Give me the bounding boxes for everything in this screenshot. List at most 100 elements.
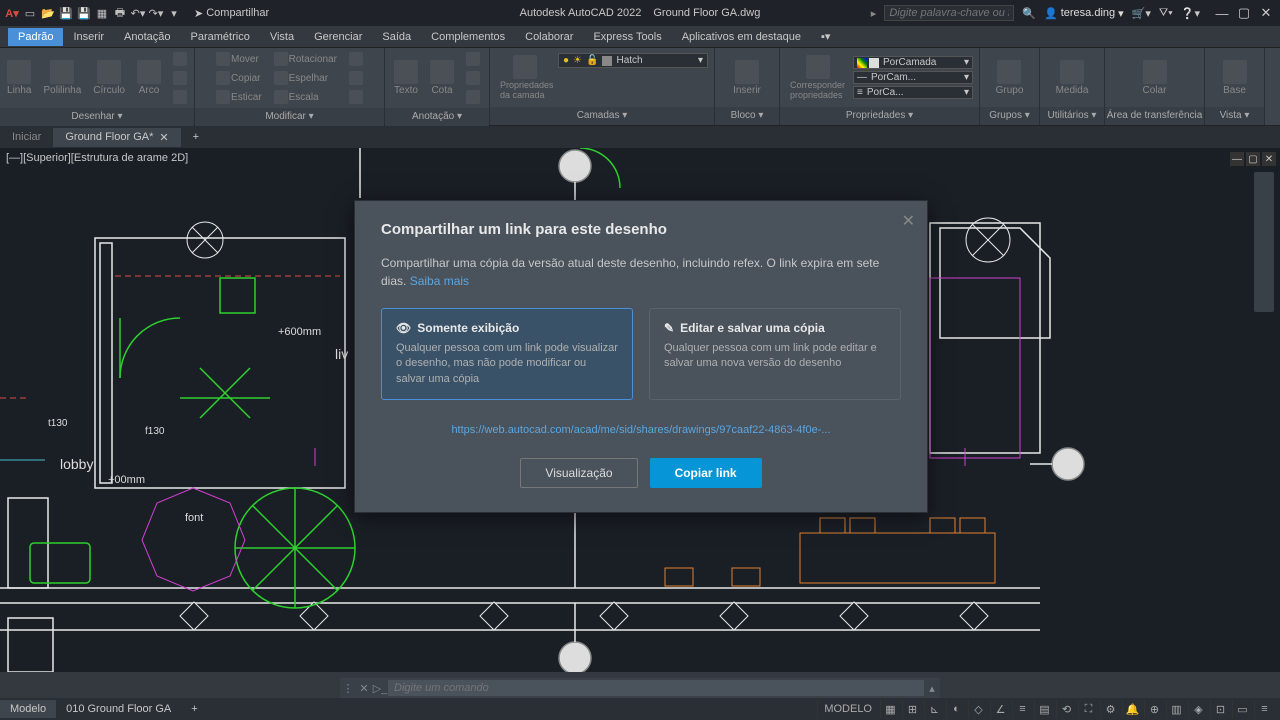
ly-j5[interactable]	[622, 88, 636, 102]
panel-modify-title[interactable]: Modificar ▾	[195, 108, 384, 126]
copy-link-button[interactable]: Copiar link	[650, 458, 762, 488]
copy-button[interactable]: Copiar	[212, 69, 266, 87]
draw-misc3[interactable]	[169, 88, 191, 106]
mod-misc2[interactable]	[345, 69, 367, 87]
grid-icon[interactable]: ▦	[880, 700, 900, 718]
search-icon[interactable]: 🔍	[1022, 7, 1036, 20]
plot-icon[interactable]: 🖶	[112, 5, 128, 21]
panel-props-title[interactable]: Propriedades ▾	[780, 107, 979, 125]
layout-model-tab[interactable]: Modelo	[0, 700, 56, 718]
qprop-icon[interactable]: ▥	[1166, 700, 1186, 718]
start-tab[interactable]: Iniciar	[0, 128, 53, 146]
an-misc[interactable]	[462, 50, 484, 68]
arrow-icon[interactable]: ▸	[871, 7, 877, 20]
panel-block-title[interactable]: Bloco ▾	[715, 107, 779, 125]
an-misc2[interactable]	[462, 69, 484, 87]
paste-button[interactable]: Colar	[1139, 58, 1171, 98]
mod-misc3[interactable]	[345, 88, 367, 106]
save-icon[interactable]: 💾	[58, 5, 74, 21]
lineweight-combo[interactable]: —PorCam...▾	[853, 71, 973, 84]
ly-j3[interactable]	[590, 88, 604, 102]
ly-i1[interactable]	[558, 71, 572, 85]
saveas-icon[interactable]: 💾	[76, 5, 92, 21]
undo-icon[interactable]: ↶▾	[130, 5, 146, 21]
ly-j4[interactable]	[606, 88, 620, 102]
layout-tab-1[interactable]: 010 Ground Floor GA	[56, 700, 181, 718]
panel-annot-title[interactable]: Anotação ▾	[385, 108, 489, 126]
tab-padrao[interactable]: Padrão	[8, 28, 63, 46]
panel-draw-title[interactable]: Desenhar ▾	[0, 108, 194, 126]
new-icon[interactable]: ▭	[22, 5, 38, 21]
option-view-only[interactable]: 👁Somente exibição Qualquer pessoa com um…	[381, 308, 633, 400]
redo-icon[interactable]: ↷▾	[148, 5, 164, 21]
linetype-combo[interactable]: ≡PorCa...▾	[853, 86, 973, 99]
close-button[interactable]: ✕	[1258, 5, 1274, 21]
osnap-icon[interactable]: ◇	[968, 700, 988, 718]
clean-icon[interactable]: ▭	[1232, 700, 1252, 718]
active-doc-tab[interactable]: Ground Floor GA*✕	[53, 128, 180, 147]
hw-icon[interactable]: ⊡	[1210, 700, 1230, 718]
line-button[interactable]: Linha	[3, 58, 35, 98]
ly-j1[interactable]	[558, 88, 572, 102]
text-button[interactable]: Texto	[390, 58, 422, 98]
cmd-handle-icon[interactable]: ⋮	[340, 682, 356, 695]
cmd-close-icon[interactable]: ✕	[356, 682, 372, 695]
tab-parametrico[interactable]: Paramétrico	[181, 28, 260, 46]
mirror-button[interactable]: Espelhar	[270, 69, 341, 87]
command-line[interactable]: ⋮ ✕ ▷_ ▴	[340, 678, 940, 698]
close-doc-icon[interactable]: ✕	[159, 131, 168, 144]
share-url[interactable]: https://web.autocad.com/acad/me/sid/shar…	[381, 424, 901, 436]
transparency-icon[interactable]: ▤	[1034, 700, 1054, 718]
tab-complementos[interactable]: Complementos	[421, 28, 515, 46]
command-input[interactable]	[388, 680, 924, 696]
cmd-history-icon[interactable]: ▴	[924, 682, 940, 695]
panel-view-title[interactable]: Vista ▾	[1205, 107, 1264, 125]
layer-props-button[interactable]: Propriedades da camada	[496, 53, 554, 102]
ly-i5[interactable]	[622, 71, 636, 85]
ly-j6[interactable]	[638, 88, 652, 102]
arc-button[interactable]: Arco	[133, 58, 165, 98]
tab-gerenciar[interactable]: Gerenciar	[304, 28, 372, 46]
panel-clip-title[interactable]: Área de transferência	[1105, 107, 1204, 125]
layout-add-tab[interactable]: +	[181, 700, 207, 718]
preview-button[interactable]: Visualização	[520, 458, 637, 488]
tab-express[interactable]: Express Tools	[583, 28, 671, 46]
draw-misc2[interactable]	[169, 69, 191, 87]
group-button[interactable]: Grupo	[992, 58, 1028, 98]
tab-saida[interactable]: Saída	[372, 28, 421, 46]
move-button[interactable]: Mover	[212, 50, 266, 68]
insert-button[interactable]: Inserir	[729, 58, 765, 98]
iso-icon[interactable]: ◈	[1188, 700, 1208, 718]
custom-icon[interactable]: ≡	[1254, 700, 1274, 718]
rotate-button[interactable]: Rotacionar	[270, 50, 341, 68]
maximize-button[interactable]: ▢	[1236, 5, 1252, 21]
color-combo[interactable]: PorCamada▾	[853, 56, 973, 69]
annot-mon-icon[interactable]: 🔔	[1122, 700, 1142, 718]
learn-more-link[interactable]: Saiba mais	[410, 274, 469, 288]
web-icon[interactable]: ▦	[94, 5, 110, 21]
tab-inserir[interactable]: Inserir	[63, 28, 114, 46]
snap-icon[interactable]: ⊞	[902, 700, 922, 718]
qat-dropdown-icon[interactable]: ▾	[166, 5, 182, 21]
status-model[interactable]: MODELO	[817, 700, 878, 718]
panel-utils-title[interactable]: Utilitários ▾	[1040, 107, 1104, 125]
tab-anotacao[interactable]: Anotação	[114, 28, 180, 46]
tab-colaborar[interactable]: Colaborar	[515, 28, 583, 46]
base-button[interactable]: Base	[1219, 58, 1251, 98]
an-misc3[interactable]	[462, 88, 484, 106]
ly-j7[interactable]	[654, 88, 668, 102]
circle-button[interactable]: Círculo	[89, 58, 129, 98]
dialog-close-button[interactable]: ✕	[902, 211, 915, 231]
ly-i2[interactable]	[574, 71, 588, 85]
help-icon[interactable]: ❔▾	[1181, 7, 1200, 20]
user-menu[interactable]: 👤 teresa.ding ▾	[1044, 7, 1124, 20]
ly-i3[interactable]	[590, 71, 604, 85]
draw-misc[interactable]	[169, 50, 191, 68]
dim-button[interactable]: Cota	[426, 58, 458, 98]
share-button[interactable]: ➤ Compartilhar	[194, 7, 269, 20]
measure-button[interactable]: Medida	[1052, 58, 1093, 98]
tab-extra[interactable]: ▪▾	[811, 27, 840, 46]
lweight-icon[interactable]: ≡	[1012, 700, 1032, 718]
polyline-button[interactable]: Polilinha	[39, 58, 85, 98]
app-menu-icon[interactable]: A▾	[4, 5, 20, 21]
